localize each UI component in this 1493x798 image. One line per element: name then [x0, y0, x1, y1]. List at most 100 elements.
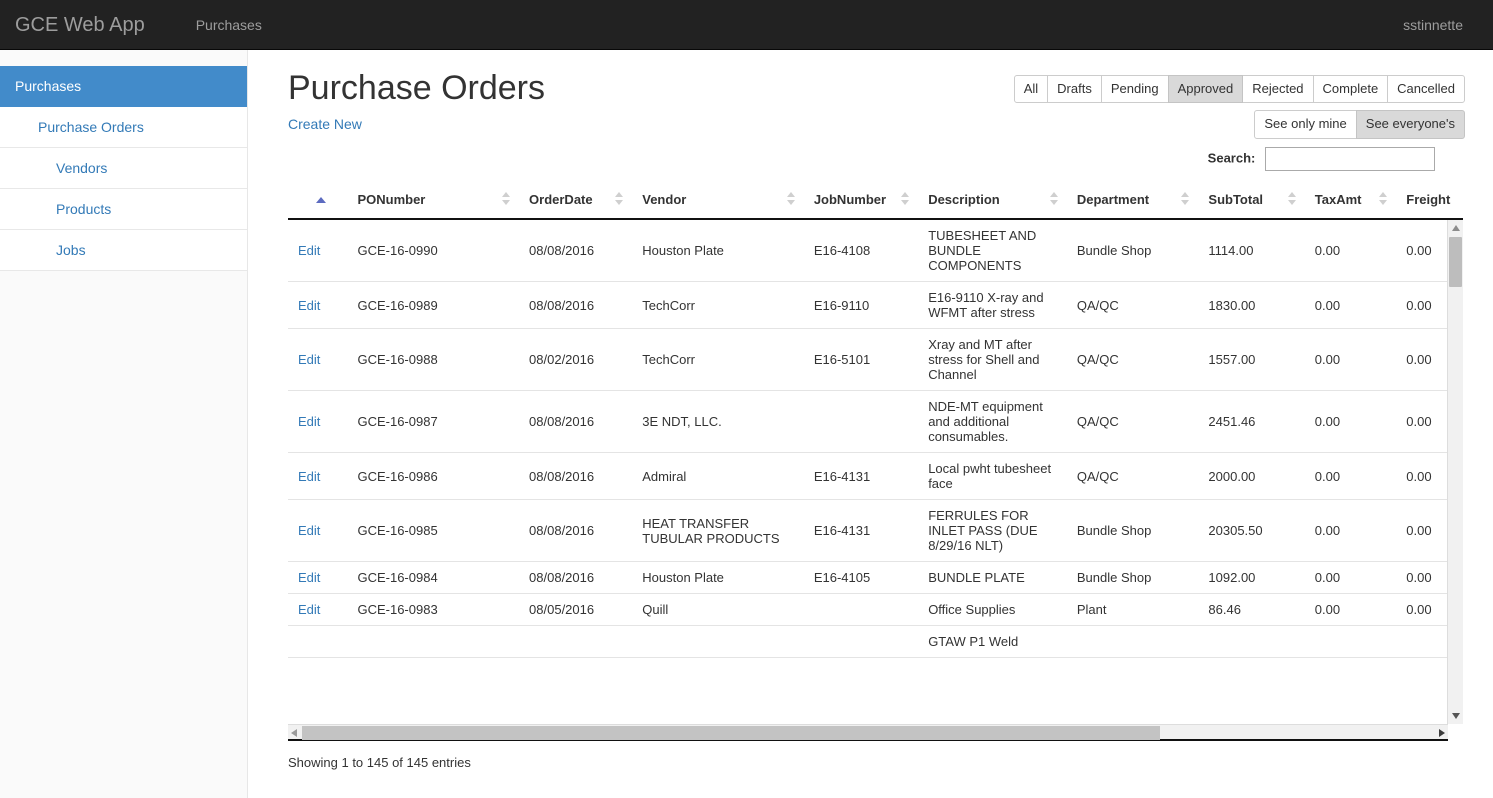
cell-vendor: TechCorr [632, 329, 804, 391]
cell-jobnumber [804, 626, 918, 658]
table-vertical-scrollbar[interactable] [1447, 220, 1463, 724]
cell-vendor: HEAT TRANSFER TUBULAR PRODUCTS [632, 500, 804, 562]
table-row: Edit GCE-16-098508/08/2016HEAT TRANSFER T… [288, 500, 1463, 562]
filter-complete[interactable]: Complete [1313, 75, 1389, 103]
app-brand[interactable]: GCE Web App [0, 15, 160, 35]
scope-filter-group: See only mine See everyone's [1254, 110, 1465, 138]
column-header-taxamt[interactable]: TaxAmt [1305, 182, 1397, 219]
sidebar-item-label: Purchases [15, 78, 81, 94]
sort-toggle-icon [1379, 192, 1388, 208]
sidebar: Purchases Purchase Orders Vendors Produc… [0, 50, 248, 798]
table-row: GTAW P1 Weld [288, 626, 1463, 658]
table-horizontal-scrollbar[interactable] [288, 724, 1448, 741]
table-row: EditGCE-16-098608/08/2016AdmiralE16-4131… [288, 453, 1463, 500]
cell-subtotal: 20305.50 [1198, 500, 1304, 562]
column-header-label: Freight [1406, 192, 1450, 207]
sort-toggle-icon [1050, 192, 1059, 208]
filter-drafts[interactable]: Drafts [1047, 75, 1102, 103]
cell-subtotal: 1114.00 [1198, 220, 1304, 282]
edit-link[interactable]: Edit [298, 469, 320, 484]
cell-ponumber: GCE-16-0985 [347, 500, 519, 562]
sidebar-item-vendors[interactable]: Vendors [0, 148, 247, 189]
cell-jobnumber: E16-4105 [804, 562, 918, 594]
column-header-vendor[interactable]: Vendor [632, 182, 804, 219]
edit-link[interactable]: Edit [298, 602, 320, 617]
sidebar-item-purchases[interactable]: Purchases [0, 66, 247, 107]
cell-vendor [632, 626, 804, 658]
filter-cancelled[interactable]: Cancelled [1387, 75, 1465, 103]
sidebar-item-purchase-orders[interactable]: Purchase Orders [0, 107, 247, 148]
filter-pending[interactable]: Pending [1101, 75, 1169, 103]
sidebar-nav-list: Purchases Purchase Orders Vendors Produc… [0, 66, 247, 271]
edit-link[interactable]: Edit [298, 523, 320, 538]
filter-see-everyones[interactable]: See everyone's [1356, 110, 1465, 138]
horizontal-scroll-thumb[interactable] [302, 726, 1160, 740]
sort-toggle-icon [615, 192, 624, 208]
filter-toolbar: All Drafts Pending Approved Rejected Com… [1014, 75, 1465, 144]
sort-toggle-icon [901, 192, 910, 208]
cell-department: QA/QC [1067, 282, 1199, 329]
cell-description: BUNDLE PLATE [918, 562, 1067, 594]
cell-department: Bundle Shop [1067, 220, 1199, 282]
cell-edit: Edit [288, 500, 347, 562]
edit-link[interactable]: Edit [298, 414, 320, 429]
table-row: EditGCE-16-098808/02/2016TechCorrE16-510… [288, 329, 1463, 391]
table-row: EditGCE-16-098908/08/2016TechCorrE16-911… [288, 282, 1463, 329]
cell-taxamt: 0.00 [1305, 562, 1397, 594]
sort-ascending-icon [316, 197, 326, 203]
column-header-label: OrderDate [529, 192, 593, 207]
sidebar-item-jobs[interactable]: Jobs [0, 230, 247, 271]
scroll-left-arrow-icon[interactable] [291, 729, 297, 737]
cell-department: QA/QC [1067, 391, 1199, 453]
nav-link-purchases[interactable]: Purchases [181, 17, 277, 33]
filter-see-only-mine[interactable]: See only mine [1254, 110, 1356, 138]
column-header-freight[interactable]: Freight [1396, 182, 1463, 219]
column-header-department[interactable]: Department [1067, 182, 1199, 219]
cell-orderdate: 08/05/2016 [519, 594, 632, 626]
table-rows: EditGCE-16-099008/08/2016Houston PlateE1… [288, 220, 1463, 658]
cell-jobnumber [804, 391, 918, 453]
cell-taxamt: 0.00 [1305, 329, 1397, 391]
search-input[interactable] [1265, 147, 1435, 171]
top-navbar: GCE Web App Purchases sstinnette [0, 0, 1493, 50]
column-header-description[interactable]: Description [918, 182, 1067, 219]
column-header-edit[interactable] [288, 182, 347, 219]
scroll-right-arrow-icon[interactable] [1439, 729, 1445, 737]
filter-approved[interactable]: Approved [1168, 75, 1244, 103]
cell-orderdate: 08/08/2016 [519, 500, 632, 562]
cell-subtotal: 2451.46 [1198, 391, 1304, 453]
cell-ponumber: GCE-16-0984 [347, 562, 519, 594]
column-header-ponumber[interactable]: PONumber [347, 182, 519, 219]
edit-link[interactable]: Edit [298, 352, 320, 367]
table-header: PONumber OrderDate Vendor [288, 182, 1463, 220]
scroll-up-arrow-icon[interactable] [1452, 225, 1460, 231]
cell-edit: Edit [288, 329, 347, 391]
cell-taxamt: 0.00 [1305, 391, 1397, 453]
cell-subtotal [1198, 626, 1304, 658]
edit-link[interactable]: Edit [298, 243, 320, 258]
sidebar-item-label: Purchase Orders [38, 119, 144, 135]
sort-toggle-icon [1181, 192, 1190, 208]
scroll-down-arrow-icon[interactable] [1452, 713, 1460, 719]
create-new-link[interactable]: Create New [288, 116, 362, 132]
sidebar-item-products[interactable]: Products [0, 189, 247, 230]
cell-ponumber: GCE-16-0987 [347, 391, 519, 453]
filter-rejected[interactable]: Rejected [1242, 75, 1313, 103]
cell-orderdate: 08/02/2016 [519, 329, 632, 391]
purchase-orders-table: PONumber OrderDate Vendor [288, 182, 1463, 770]
cell-ponumber: GCE-16-0988 [347, 329, 519, 391]
column-header-jobnumber[interactable]: JobNumber [804, 182, 918, 219]
user-menu[interactable]: sstinnette [1388, 17, 1478, 33]
edit-link[interactable]: Edit [298, 298, 320, 313]
cell-edit: Edit [288, 220, 347, 282]
cell-edit: Edit [288, 562, 347, 594]
table-header-row: PONumber OrderDate Vendor [288, 182, 1463, 219]
vertical-scroll-thumb[interactable] [1449, 237, 1462, 287]
cell-vendor: Admiral [632, 453, 804, 500]
sort-toggle-icon [1288, 192, 1297, 208]
column-header-subtotal[interactable]: SubTotal [1198, 182, 1304, 219]
edit-link[interactable]: Edit [298, 570, 320, 585]
column-header-orderdate[interactable]: OrderDate [519, 182, 632, 219]
filter-all[interactable]: All [1014, 75, 1048, 103]
column-header-label: SubTotal [1208, 192, 1263, 207]
